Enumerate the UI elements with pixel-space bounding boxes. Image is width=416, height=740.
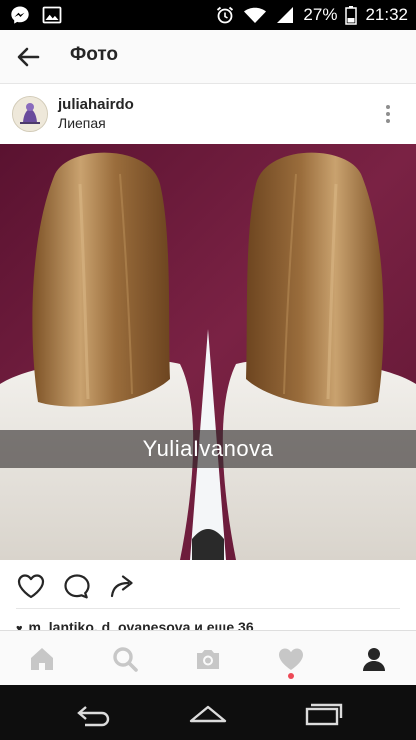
recents-icon[interactable] — [303, 699, 345, 727]
post-actions — [0, 560, 416, 610]
post-photo[interactable]: YuliaIvanova — [0, 144, 416, 560]
system-nav-bar — [0, 685, 416, 740]
post-header: juliahairdo Лиепая — [0, 84, 416, 144]
status-bar: 27% 21:32 — [0, 0, 416, 30]
home-icon[interactable] — [187, 699, 229, 727]
photo-caption: YuliaIvanova — [142, 436, 274, 461]
arrow-left-icon[interactable] — [14, 43, 42, 71]
camera-icon[interactable] — [194, 645, 222, 673]
battery-percent: 27% — [303, 5, 338, 24]
app-header: Фото — [0, 30, 416, 84]
photo-caption-band: YuliaIvanova — [0, 430, 416, 468]
bottom-nav — [0, 630, 416, 686]
username[interactable]: juliahairdo — [58, 96, 134, 113]
search-icon[interactable] — [111, 645, 139, 673]
hair-photo-image — [0, 144, 416, 560]
activity-heart-icon[interactable] — [277, 645, 305, 673]
location[interactable]: Лиепая — [58, 115, 106, 131]
avatar-image — [13, 97, 47, 131]
alarm-icon — [217, 6, 234, 24]
clock: 21:32 — [365, 5, 408, 24]
divider — [16, 608, 400, 609]
signal-icon — [277, 7, 294, 23]
wifi-icon — [244, 7, 267, 23]
avatar[interactable] — [12, 96, 48, 132]
notification-dot — [288, 673, 294, 679]
home-icon[interactable] — [28, 645, 56, 673]
page-title: Фото — [70, 44, 119, 65]
heart-icon[interactable] — [16, 572, 46, 600]
comment-icon[interactable] — [62, 572, 92, 600]
profile-icon[interactable] — [360, 645, 388, 673]
share-icon[interactable] — [108, 572, 138, 600]
back-icon[interactable] — [71, 699, 113, 727]
image-icon — [42, 6, 62, 24]
more-vertical-icon[interactable] — [378, 102, 398, 128]
messenger-icon — [11, 6, 29, 24]
battery-icon — [345, 6, 358, 25]
